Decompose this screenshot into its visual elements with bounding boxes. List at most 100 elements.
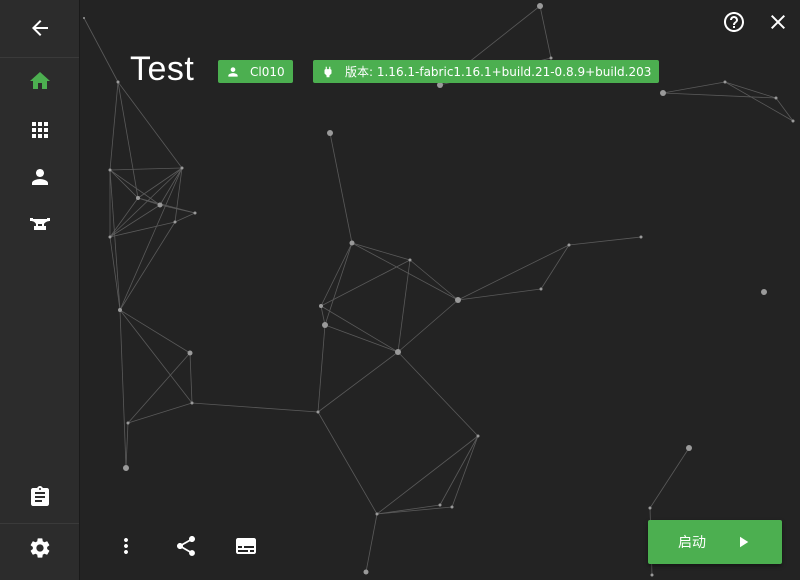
network-line (329, 132, 353, 244)
network-line (317, 351, 399, 413)
network-node (327, 130, 333, 136)
network-node (136, 196, 140, 200)
network-line (397, 259, 411, 353)
share-button[interactable] (174, 534, 198, 558)
help-button[interactable] (722, 10, 746, 34)
plug-icon (324, 66, 332, 77)
network-line (109, 167, 183, 238)
network-line (397, 351, 479, 437)
page-title: Test (130, 50, 195, 88)
network-line (119, 309, 127, 469)
network-line (662, 81, 726, 94)
network-node (686, 445, 692, 451)
network-line (191, 402, 319, 413)
network-node (660, 90, 666, 96)
network-node (723, 80, 727, 84)
close-button[interactable] (766, 10, 790, 34)
more-button[interactable] (114, 534, 138, 558)
network-node (537, 3, 543, 9)
network-line (568, 236, 642, 246)
network-node (363, 569, 369, 575)
network-line (109, 221, 176, 238)
back-arrow-icon (31, 20, 48, 36)
help-icon (724, 12, 744, 32)
clipboard-icon (30, 486, 49, 506)
network-line (457, 244, 570, 301)
network-node (648, 506, 652, 510)
network-line (662, 92, 777, 99)
player-name: Cl010 (250, 64, 285, 79)
network-line (724, 81, 777, 99)
sidebar-item-account[interactable] (0, 153, 79, 201)
network-node (126, 421, 130, 425)
network-line (189, 352, 193, 404)
network-node (108, 235, 112, 239)
sidebar-item-mods[interactable] (0, 200, 79, 248)
network-line (320, 259, 411, 307)
network-line (324, 324, 399, 353)
network-node (476, 434, 480, 438)
launch-label: 启动 (678, 535, 706, 551)
network-node (455, 297, 461, 303)
network-line (376, 506, 453, 515)
network-line (409, 259, 459, 301)
network-line (324, 242, 353, 326)
network-node (173, 220, 177, 224)
more-vert-icon (124, 538, 128, 554)
launch-button[interactable]: 启动 (648, 520, 782, 564)
network-line (320, 305, 399, 353)
share-icon (177, 536, 195, 556)
network-node (395, 349, 401, 355)
anvil-icon (29, 218, 50, 230)
network-node (539, 287, 543, 291)
network-line (539, 5, 552, 59)
network-line (119, 309, 191, 354)
network-node (316, 410, 320, 414)
sidebar-item-settings[interactable] (0, 524, 79, 572)
network-node (639, 235, 643, 239)
background-network (83, 3, 795, 577)
network-line (376, 435, 479, 515)
network-node (118, 308, 122, 312)
network-node (193, 211, 197, 215)
sidebar-item-grid[interactable] (0, 106, 79, 154)
network-line (83, 17, 119, 83)
sidebar-item-tasks[interactable] (0, 473, 79, 521)
subtitles-icon (236, 538, 256, 554)
back-button[interactable] (0, 4, 79, 52)
network-line (649, 447, 690, 509)
network-line (109, 236, 121, 311)
sidebar (0, 0, 80, 580)
network-node (108, 168, 112, 172)
network-node (791, 119, 795, 123)
network-line (451, 435, 479, 508)
network-node (450, 505, 454, 509)
network-node (180, 166, 184, 170)
network-node (408, 258, 412, 262)
home-icon (29, 72, 50, 89)
network-line (439, 435, 479, 506)
network-line (775, 97, 794, 122)
close-icon (771, 15, 785, 29)
grid-icon (31, 122, 48, 138)
network-line (109, 204, 161, 238)
network-node (567, 243, 571, 247)
network-line (119, 309, 193, 404)
network-line (109, 169, 121, 311)
account-icon (31, 169, 48, 185)
network-line (317, 324, 326, 413)
network-line (397, 299, 459, 353)
network-node (322, 322, 328, 328)
network-line (174, 212, 196, 223)
network-line (351, 242, 411, 261)
network-node (157, 202, 163, 208)
network-line (109, 81, 119, 171)
network-line (119, 221, 176, 311)
sidebar-item-home[interactable] (0, 57, 79, 105)
log-button[interactable] (234, 534, 258, 558)
network-node (187, 350, 193, 356)
play-icon (740, 536, 749, 548)
network-node (774, 96, 778, 100)
network-line (457, 288, 542, 301)
network-node (116, 80, 120, 84)
